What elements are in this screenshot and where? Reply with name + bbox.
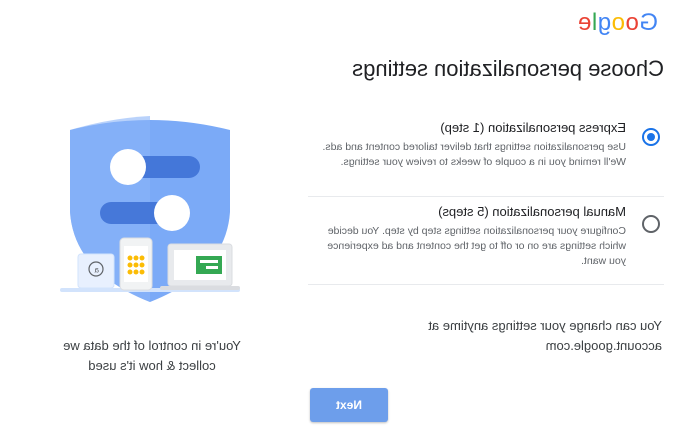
google-logo: Google — [578, 9, 658, 37]
option-manual[interactable]: Manual personalization (5 steps) Configu… — [308, 196, 664, 285]
logo-letter: o — [624, 9, 639, 36]
page-title: Choose personalization settings — [352, 56, 664, 81]
mirrored-content: Google Choose personalization settings E… — [0, 0, 700, 443]
manual-option-description: Configure your personalization settings … — [327, 225, 626, 267]
logo-letter: g — [597, 9, 612, 36]
express-radio-button[interactable] — [642, 128, 660, 146]
option-express[interactable]: Express personalization (1 step) Use per… — [308, 112, 664, 197]
laptop-icon — [160, 243, 240, 290]
personalization-screen: Google Choose personalization settings E… — [0, 0, 700, 443]
logo-letter: l — [591, 9, 598, 36]
logo-letter: e — [577, 9, 592, 36]
account-card-icon: a — [77, 253, 115, 289]
express-option-title: Express personalization (1 step) — [440, 120, 626, 135]
toggle-knob-icon — [154, 195, 190, 231]
logo-letter: G — [638, 9, 658, 36]
svg-text:a: a — [94, 266, 99, 275]
next-button[interactable]: Next — [310, 388, 388, 422]
privacy-shield-illustration: a — [60, 116, 240, 302]
toggle-knob-icon — [110, 149, 146, 185]
change-settings-note: You can change your settings anytime at … — [428, 318, 662, 353]
manual-option-title: Manual personalization (5 steps) — [438, 204, 626, 219]
logo-letter: o — [611, 9, 625, 36]
express-option-description: Use personalization settings that delive… — [322, 141, 626, 168]
illustration-tagline: You're in control of the data we collect… — [63, 338, 241, 373]
phone-icon — [119, 237, 153, 291]
manual-radio-button[interactable] — [642, 215, 660, 233]
